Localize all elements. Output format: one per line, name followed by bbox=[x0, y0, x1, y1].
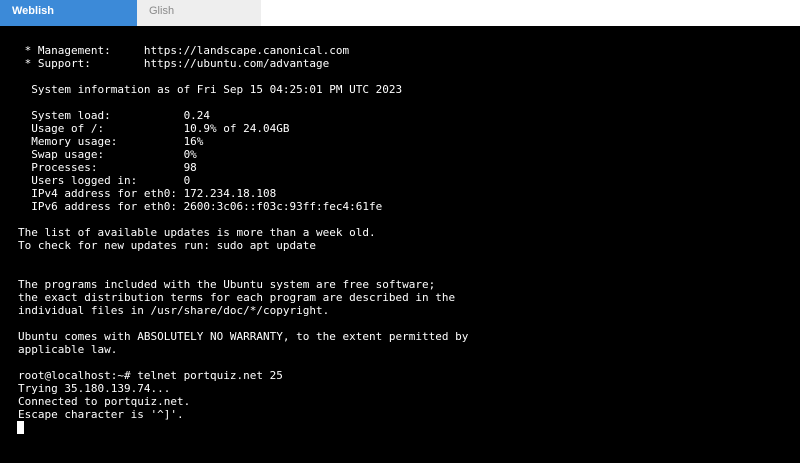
tab-weblish[interactable]: Weblish bbox=[0, 0, 137, 26]
terminal-line-19: The programs included with the Ubuntu sy… bbox=[18, 278, 436, 291]
tab-glish[interactable]: Glish bbox=[137, 0, 261, 26]
terminal-cursor bbox=[17, 421, 24, 434]
terminal-line-29: Escape character is '^]'. bbox=[18, 408, 184, 421]
terminal-line-24: applicable law. bbox=[18, 343, 118, 356]
terminal-line-28: Connected to portquiz.net. bbox=[18, 395, 191, 408]
terminal-line-20: the exact distribution terms for each pr… bbox=[18, 291, 456, 304]
terminal-line-10: Processes: 98 bbox=[18, 161, 197, 174]
terminal-line-16: To check for new updates run: sudo apt u… bbox=[18, 239, 317, 252]
terminal-console[interactable]: * Management: https://landscape.canonica… bbox=[0, 44, 800, 463]
terminal-line-27: Trying 35.180.139.74... bbox=[18, 382, 171, 395]
terminal-line-8: Memory usage: 16% bbox=[18, 135, 204, 148]
tab-bar: Weblish Glish bbox=[0, 0, 800, 26]
terminal-line-23: Ubuntu comes with ABSOLUTELY NO WARRANTY… bbox=[18, 330, 469, 343]
terminal-line-11: Users logged in: 0 bbox=[18, 174, 191, 187]
terminal-prompt-line: root@localhost:~# telnet portquiz.net 25 bbox=[18, 369, 283, 382]
terminal-line-9: Swap usage: 0% bbox=[18, 148, 197, 161]
terminal-top-margin bbox=[0, 26, 800, 44]
terminal-line-6: System load: 0.24 bbox=[18, 109, 211, 122]
terminal-line-7: Usage of /: 10.9% of 24.04GB bbox=[18, 122, 290, 135]
terminal-line-4: System information as of Fri Sep 15 04:2… bbox=[18, 83, 403, 96]
terminal-line-21: individual files in /usr/share/doc/*/cop… bbox=[18, 304, 330, 317]
terminal-line-1: * Management: https://landscape.canonica… bbox=[18, 44, 350, 57]
terminal-line-13: IPv6 address for eth0: 2600:3c06::f03c:9… bbox=[18, 200, 383, 213]
terminal-line-12: IPv4 address for eth0: 172.234.18.108 bbox=[18, 187, 277, 200]
terminal-line-15: The list of available updates is more th… bbox=[18, 226, 376, 239]
terminal-line-2: * Support: https://ubuntu.com/advantage bbox=[18, 57, 330, 70]
